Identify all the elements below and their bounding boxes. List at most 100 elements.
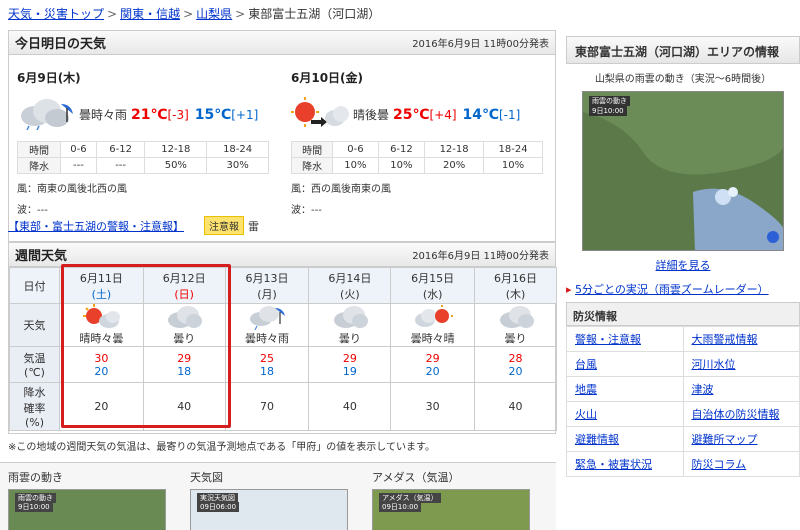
day-forecast-today: 6月9日(木) 曇時々雨 21℃ [-3] 15℃ [+1] 時間 0-6 6-… [16,69,277,216]
link-disaster-column[interactable]: 防災コラム [692,458,747,471]
day-wave: 波：--- [291,205,322,216]
row-label-weather: 天気 [9,303,60,347]
link-emergency-damage[interactable]: 緊急・被害状況 [575,458,652,471]
rain-table-cell: --- [60,157,97,174]
warning-link[interactable]: 【東部・富士五湖の警報・注意報】 [8,218,184,234]
thumb-amedas[interactable]: アメダス（気温） アメダス（気温） 09日10:00 [372,469,530,530]
day-weather: 晴後曇 [353,108,390,122]
row-label-temp: 気温 (℃) [9,346,60,383]
week-dow: (月) [257,287,277,301]
rain-table-header: 0-6 [60,141,97,158]
weather-map-image[interactable]: 実況天気図 09日06:00 [190,489,348,530]
link-river-level[interactable]: 河川水位 [692,358,736,371]
rain-table-cell: 降水 [290,157,334,174]
thumb-label: アメダス（気温） [372,471,460,484]
today-tomorrow-panel: 今日明日の天気 2016年6月9日 11時00分発表 6月9日(木) 曇時々雨 … [8,30,556,242]
today-panel-issued: 2016年6月9日 11時00分発表 [412,39,549,50]
day-forecast-tomorrow: 6月10日(金) 晴後曇 25℃ [+4] 14℃ [-1] 時間 0-6 6-… [290,69,551,216]
week-date: 6月14日 [328,271,372,285]
day-low-diff: [+1] [231,107,259,122]
link-warnings[interactable]: 警報・注意報 [575,333,641,346]
rain-table-cell: 50% [144,157,208,174]
thumb-label: 天気図 [190,471,223,484]
week-dow: (木) [505,287,526,301]
breadcrumb-separator: > [107,7,118,21]
map-thumbnails: 雨雲の動き 雨雲の動き 9日10:00 天気図 実況天気図 09日06:00 ア… [0,462,556,530]
week-day-date: 6月14日 (火) [308,267,392,304]
week-temp-cell: 29 19 [308,346,392,383]
link-earthquake[interactable]: 地震 [575,383,597,396]
week-max-temp: 29 [425,351,440,365]
day-wind: 風：南東の風後北西の風 [17,184,127,195]
breadcrumb-weather-top[interactable]: 天気・災害トップ [8,7,104,21]
rain-table-cell: 20% [424,157,485,174]
link-shelter-map[interactable]: 避難所マップ [692,433,758,446]
today-panel-header: 今日明日の天気 2016年6月9日 11時00分発表 [9,31,555,55]
rain-table-header: 6-12 [377,141,426,158]
thumb-time: 9日10:00 [15,502,53,512]
day-wave: 波：--- [17,205,48,216]
breadcrumb-current: 東部富士五湖（河口湖） [248,7,381,21]
radar-tag: 雨雲の動き [589,96,630,106]
rain-cloud-map-image[interactable]: 雨雲の動き 9日10:00 [8,489,166,530]
amedas-map-image[interactable]: アメダス（気温） 09日10:00 [372,489,530,530]
today-panel-title: 今日明日の天気 [15,37,107,52]
weekly-panel-issued: 2016年6月9日 11時00分発表 [412,251,549,262]
disaster-info-title: 防災情報 [566,302,800,326]
week-weather-cell: 曇時々雨 [224,303,310,347]
day-high-diff: [-3] [167,107,189,122]
rain-table-cell: 10% [332,157,379,174]
day-weather: 曇時々雨 [79,108,128,122]
rain-table-header: 18-24 [206,141,269,158]
thumb-weather-map[interactable]: 天気図 実況天気図 09日06:00 [190,469,348,530]
link-typhoon[interactable]: 台風 [575,358,597,371]
day-low-diff: [-1] [498,107,521,122]
week-min-temp: 20 [425,364,440,378]
zoom-radar-link[interactable]: 5分ごとの実況（雨雲ズームレーダー） [575,283,769,296]
breadcrumb-yamanashi[interactable]: 山梨県 [196,7,232,21]
link-volcano[interactable]: 火山 [575,408,597,421]
breadcrumb-separator: > [235,7,246,21]
link-evacuation-info[interactable]: 避難情報 [575,433,619,446]
rain-table-cell: 10% [377,157,426,174]
week-temp-cell: 29 20 [390,346,476,383]
rain-chance-table: 時間 0-6 6-12 12-18 18-24 降水 10% 10% 20% 1… [290,141,543,174]
link-heavy-rain-alert[interactable]: 大雨警戒情報 [692,333,758,346]
radar-time: 9日10:00 [589,106,627,116]
week-day-date: 6月16日 (木) [474,267,557,304]
rain-table-header: 0-6 [332,141,379,158]
week-min-temp: 20 [508,364,523,378]
rain-table-header: 18-24 [483,141,543,158]
day-high-temp: 21℃ [131,106,168,123]
radar-detail-link[interactable]: 詳細を見る [656,259,711,272]
rain-cloud-icon [17,96,75,133]
highlight-box [61,264,231,428]
thumb-rain-cloud[interactable]: 雨雲の動き 雨雲の動き 9日10:00 [8,469,166,530]
area-info-panel: 東部富士五湖（河口湖）エリアの情報 山梨県の雨雲の動き（実況～6時間後） 雨雲の… [566,36,800,297]
rain-table-cell: 降水 [16,157,62,174]
day-high-temp: 25℃ [393,106,430,123]
radar-map[interactable]: 雨雲の動き 9日10:00 [582,91,784,251]
rain-table-header: 6-12 [95,141,146,158]
warning-type: 雷 [248,219,259,233]
week-weather: 曇り [504,332,527,345]
breadcrumb-kanto[interactable]: 関東・信越 [120,7,180,21]
disaster-links-grid: 警報・注意報 大雨警戒情報 台風 河川水位 地震 津波 火山 自治体の防災情報 避難情報… [566,326,800,477]
week-date: 6月15日 [411,271,455,285]
thumb-label: 雨雲の動き [8,471,63,484]
thumb-time: 09日06:00 [197,502,240,512]
link-tsunami[interactable]: 津波 [692,383,714,396]
cloud-sun-icon [391,304,474,330]
week-day-date: 6月13日 (月) [224,267,310,304]
link-municipal-disaster-info[interactable]: 自治体の防災情報 [692,408,780,421]
day-wind: 風：西の風後南東の風 [291,184,391,195]
week-min-temp: 18 [260,364,275,378]
week-max-temp: 25 [260,351,275,365]
row-label-date: 日付 [9,267,60,304]
week-weather-cell: 曇時々晴 [390,303,476,347]
week-weather: 曇時々晴 [410,332,455,345]
week-dow: (水) [422,287,443,301]
week-max-temp: 29 [342,351,357,365]
week-rain-cell: 70 [224,382,310,431]
rain-table-header: 時間 [290,141,334,158]
